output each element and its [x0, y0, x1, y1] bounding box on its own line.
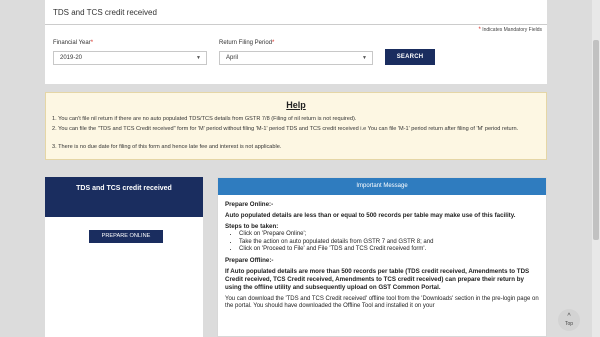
chevron-up-icon: ^ [567, 313, 571, 320]
return-period-label-text: Return Filing Period [219, 40, 273, 46]
required-star: * [272, 40, 275, 46]
important-message-heading: Important Message [218, 178, 546, 195]
list-item: Click on 'Prepare Online'; [239, 231, 539, 239]
steps-list: Click on 'Prepare Online'; Take the acti… [239, 231, 539, 254]
required-star: * [478, 27, 481, 33]
list-item: Click on 'Proceed to File' and File 'TDS… [239, 246, 539, 254]
offline-threshold-text: If Auto populated details are more than … [225, 267, 530, 291]
prepare-online-panel: TDS and TCS credit received PREPARE ONLI… [45, 177, 203, 337]
divider [45, 24, 547, 25]
online-threshold-text: Auto populated details are less than or … [225, 212, 516, 219]
return-period-value: April [226, 55, 239, 61]
mandatory-note: * Indicates Mandatory Fields [479, 27, 543, 33]
form-card: TDS and TCS credit received * Indicates … [45, 0, 547, 84]
financial-year-value: 2019-20 [60, 55, 83, 61]
search-button[interactable]: SEARCH [385, 49, 435, 65]
help-title: Help [286, 100, 306, 110]
financial-year-select[interactable]: 2019-20 ▼ [53, 51, 207, 65]
page-title: TDS and TCS credit received [53, 8, 157, 17]
offline-download-text: You can download the 'TDS and TCS Credit… [225, 295, 539, 310]
return-period-select[interactable]: April ▼ [219, 51, 373, 65]
back-to-top-button[interactable]: ^ Top [558, 309, 580, 331]
return-period-label: Return Filing Period* [219, 40, 274, 46]
help-item: 2. You can file the "TDS and TCS Credit … [52, 126, 519, 132]
required-star: * [90, 40, 94, 46]
scrollbar-thumb[interactable] [593, 40, 599, 240]
steps-title: Steps to be taken: [225, 223, 279, 230]
important-message-panel: Important Message Prepare Online:- Auto … [217, 177, 547, 337]
chevron-down-icon: ▼ [362, 55, 367, 61]
help-item: 1. You can't file nil return if there ar… [52, 116, 357, 122]
prepare-online-title: Prepare Online:- [225, 201, 274, 208]
list-item: Take the action on auto populated detail… [239, 239, 539, 247]
important-message-body: Prepare Online:- Auto populated details … [218, 195, 546, 311]
back-to-top-label: Top [564, 321, 574, 327]
financial-year-label: Financial Year* [53, 40, 93, 46]
chevron-down-icon: ▼ [196, 55, 201, 61]
prepare-online-button[interactable]: PREPARE ONLINE [89, 230, 163, 243]
help-item: 3. There is no due date for filing of th… [52, 144, 282, 150]
prepare-offline-title: Prepare Offline:- [225, 256, 274, 264]
mandatory-note-text: Indicates Mandatory Fields [482, 27, 542, 33]
page-scrollbar[interactable] [592, 0, 600, 337]
financial-year-label-text: Financial Year [53, 40, 91, 46]
panel-heading: TDS and TCS credit received [45, 177, 203, 217]
help-box: Help 1. You can't file nil return if the… [45, 92, 547, 160]
